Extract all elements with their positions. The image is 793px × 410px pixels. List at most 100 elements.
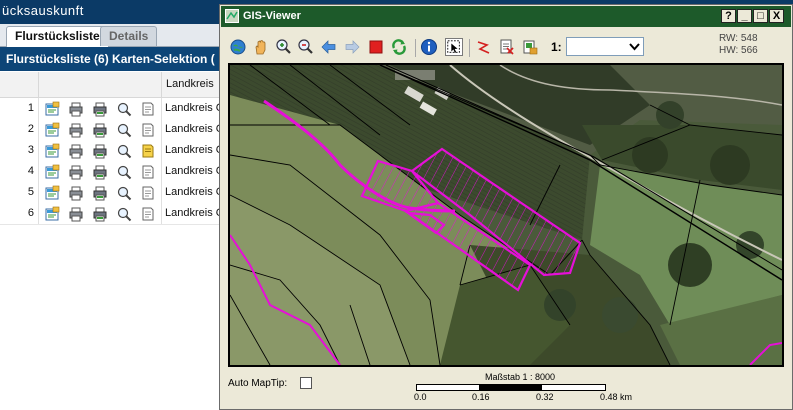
column-separator — [161, 161, 162, 182]
select-icon[interactable] — [445, 38, 463, 56]
details-icon[interactable] — [44, 143, 60, 159]
print-map-icon[interactable] — [92, 143, 108, 159]
landkreis-cell: Landkreis C — [165, 144, 224, 156]
column-separator — [38, 140, 39, 161]
table-row[interactable]: 3 Landkreis C — [0, 140, 224, 162]
print-icon[interactable] — [68, 185, 84, 201]
rw-readout: RW: 548 — [719, 33, 758, 44]
scalebar-segment — [479, 385, 542, 390]
row-number: 6 — [27, 207, 34, 219]
print-icon[interactable] — [68, 143, 84, 159]
back-arrow-icon[interactable] — [320, 38, 338, 56]
print-icon[interactable] — [68, 164, 84, 180]
scale-tick: 0.16 — [472, 392, 490, 402]
note-icon[interactable] — [140, 101, 156, 117]
column-separator — [161, 72, 162, 97]
column-separator — [161, 119, 162, 140]
column-separator — [38, 182, 39, 203]
note-icon[interactable] — [140, 143, 156, 159]
aerial-map[interactable] — [230, 65, 782, 365]
column-separator — [161, 203, 162, 224]
pan-hand-icon[interactable] — [252, 38, 270, 56]
titlebar[interactable]: GIS-Viewer ? _ □ X — [221, 6, 791, 27]
details-icon[interactable] — [44, 122, 60, 138]
refresh-icon[interactable] — [390, 38, 408, 56]
map-toolbar: 1: RW: 548 HW: 566 — [221, 29, 791, 63]
auto-maptip-checkbox[interactable] — [300, 377, 312, 389]
zoom-icon[interactable] — [116, 122, 132, 138]
print-icon[interactable] — [68, 122, 84, 138]
column-separator — [38, 72, 39, 97]
column-separator — [38, 203, 39, 224]
details-icon[interactable] — [44, 206, 60, 222]
landkreis-cell: Landkreis C — [165, 207, 224, 219]
forward-arrow-icon[interactable] — [343, 38, 361, 56]
row-number: 1 — [27, 102, 34, 114]
map-view[interactable] — [228, 63, 784, 367]
print-map-icon[interactable] — [92, 185, 108, 201]
globe-icon[interactable] — [229, 38, 247, 56]
zoom-icon[interactable] — [116, 101, 132, 117]
zoom-icon[interactable] — [116, 164, 132, 180]
print-map-icon[interactable] — [92, 164, 108, 180]
print-icon[interactable] — [68, 206, 84, 222]
export-icon[interactable] — [521, 38, 539, 56]
column-separator — [38, 119, 39, 140]
window-title: GIS-Viewer — [243, 10, 301, 22]
table-row[interactable]: 2 Landkreis C — [0, 119, 224, 141]
tab-bar: Flurstücksliste Details — [0, 24, 222, 47]
coordinate-readout: RW: 548 HW: 566 — [719, 33, 758, 57]
grid-header: Landkreis — [0, 72, 222, 98]
minimize-button[interactable]: _ — [737, 9, 752, 23]
info-icon[interactable] — [420, 38, 438, 56]
scale-label: 1: — [551, 40, 562, 54]
table-row[interactable]: 6 Landkreis C — [0, 203, 224, 225]
landkreis-cell: Landkreis C — [165, 186, 224, 198]
column-separator — [161, 140, 162, 161]
print-map-icon[interactable] — [92, 206, 108, 222]
scalebar — [416, 384, 606, 391]
scale-select[interactable] — [566, 37, 644, 56]
stop-icon[interactable] — [367, 38, 385, 56]
map-app-icon — [225, 9, 239, 23]
details-icon[interactable] — [44, 101, 60, 117]
print-map-icon[interactable] — [92, 122, 108, 138]
zoom-icon[interactable] — [116, 143, 132, 159]
chevron-down-icon[interactable] — [626, 38, 643, 55]
details-icon[interactable] — [44, 164, 60, 180]
note-icon[interactable] — [140, 206, 156, 222]
print-map-icon[interactable] — [92, 101, 108, 117]
scalebar-title: Maßstab 1 : 8000 — [484, 372, 556, 382]
gis-viewer-window: GIS-Viewer ? _ □ X 1: RW: 548 HW: 566 Au… — [219, 4, 793, 410]
toolbar-separator — [469, 39, 470, 57]
print-icon[interactable] — [498, 38, 516, 56]
details-icon[interactable] — [44, 185, 60, 201]
print-icon[interactable] — [68, 101, 84, 117]
zoom-in-icon[interactable] — [275, 38, 293, 56]
scale-tick: 0.0 — [414, 392, 427, 402]
zoom-icon[interactable] — [116, 185, 132, 201]
column-separator — [38, 161, 39, 182]
tab-details[interactable]: Details — [100, 26, 158, 46]
zoom-out-icon[interactable] — [297, 38, 315, 56]
help-button[interactable]: ? — [721, 9, 736, 23]
note-icon[interactable] — [140, 164, 156, 180]
scale-tick: 0.32 — [536, 392, 554, 402]
note-icon[interactable] — [140, 122, 156, 138]
column-header-landkreis[interactable]: Landkreis — [166, 72, 214, 97]
row-number: 2 — [27, 123, 34, 135]
tab-flurstuecksliste[interactable]: Flurstücksliste — [6, 26, 109, 47]
hw-readout: HW: 566 — [719, 45, 758, 56]
row-number: 3 — [27, 144, 34, 156]
close-button[interactable]: X — [769, 9, 784, 23]
table-row[interactable]: 1 Landkreis C — [0, 98, 224, 120]
measure-icon[interactable] — [475, 38, 493, 56]
zoom-icon[interactable] — [116, 206, 132, 222]
app-title: ücksauskunft — [2, 3, 84, 18]
note-icon[interactable] — [140, 185, 156, 201]
table-row[interactable]: 5 Landkreis C — [0, 182, 224, 204]
toolbar-separator — [415, 39, 416, 57]
table-row[interactable]: 4 Landkreis C — [0, 161, 224, 183]
maximize-button[interactable]: □ — [753, 9, 768, 23]
row-number: 5 — [27, 186, 34, 198]
